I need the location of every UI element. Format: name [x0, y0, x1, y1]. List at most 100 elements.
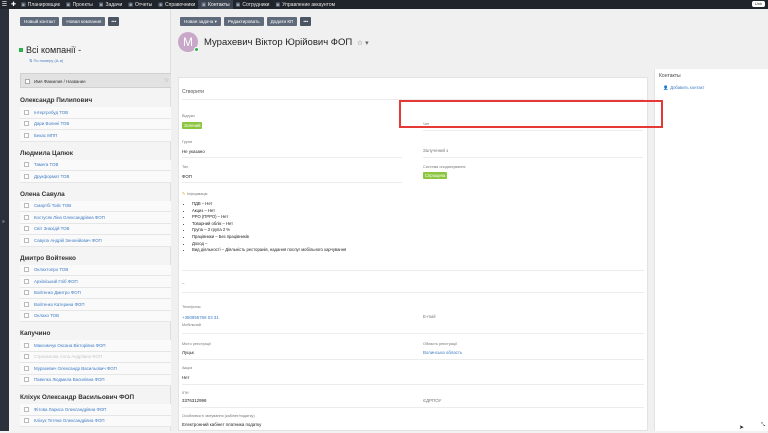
company-link[interactable]: Світ Знахідй ТОВ [34, 226, 69, 231]
edit-button[interactable]: Редактировать [224, 17, 264, 26]
company-link[interactable]: Інтергробуд ТОВ [34, 110, 68, 115]
expand-arrow-icon[interactable]: » [2, 219, 5, 225]
list-item[interactable]: Савула Андрій Зенонійович ФОП [20, 235, 174, 247]
region-link[interactable]: Волинська область [423, 350, 462, 355]
more-options-button[interactable]: ••• [108, 17, 119, 26]
new-company-button[interactable]: Новая компания [62, 17, 105, 26]
nav-item-7[interactable]: ▣Управление аккаунтом [272, 0, 338, 9]
user-menu[interactable]: Unk [752, 1, 765, 7]
item-checkbox[interactable] [24, 215, 29, 220]
new-contact-button[interactable]: Новый контакт [20, 17, 59, 26]
sort-selector[interactable]: ⇅ По номеру (А-я) [29, 58, 63, 63]
company-link[interactable]: Войтенко Катерина ФОП [34, 302, 84, 307]
company-link[interactable]: Бекас МПП [34, 133, 57, 138]
status-badge[interactable]: Зелений [182, 122, 202, 129]
item-checkbox[interactable] [24, 238, 29, 243]
item-checkbox[interactable] [24, 267, 29, 272]
item-checkbox[interactable] [24, 110, 29, 115]
item-checkbox[interactable] [24, 226, 29, 231]
email-label: E-mail [423, 314, 435, 319]
menu-icon[interactable]: ☰ [0, 1, 9, 8]
list-item[interactable]: Кліхук Тетяна Олександрівна ФОП [20, 416, 174, 428]
list-item[interactable]: Мурахевич Олександр Васильович ФОП [20, 363, 174, 375]
company-link[interactable]: Войтенко Дмитро ФОП [34, 290, 81, 295]
company-link[interactable]: Тамега ТОВ [34, 162, 58, 167]
group-header[interactable]: Людмила Цапюк [20, 148, 174, 160]
item-checkbox[interactable] [24, 133, 29, 138]
item-checkbox[interactable] [24, 162, 29, 167]
group-header[interactable]: Кліхук Олександр Васильович ФОП [20, 392, 174, 404]
company-link[interactable]: Мурахевич Олександр Васильович ФОП [34, 366, 117, 371]
phone-link[interactable]: +380955768 03 31 [182, 315, 219, 320]
group-header[interactable]: Капучино [20, 328, 174, 340]
name-column-header[interactable]: Имя Фамилия / Название [34, 79, 86, 84]
list-item[interactable]: Смартбі Тойс ТОВ [20, 201, 174, 213]
item-checkbox[interactable] [24, 354, 29, 359]
company-link[interactable]: Павелко Людмила Василівна ФОП [34, 377, 105, 382]
item-checkbox[interactable] [24, 407, 29, 412]
item-checkbox[interactable] [24, 366, 29, 371]
list-item[interactable]: Дари Волині ТОВ [20, 119, 174, 131]
list-item[interactable]: Друкформат ТОВ [20, 171, 174, 183]
nav-item-0[interactable]: ▣Планировщик [18, 0, 63, 9]
list-item[interactable]: Оклахтопро ТОВ [20, 265, 174, 277]
favorite-dropdown-icon[interactable]: ☆ ▾ [357, 40, 369, 47]
list-item[interactable]: Тамега ТОВ [20, 160, 174, 172]
item-checkbox[interactable] [24, 121, 29, 126]
list-item[interactable]: Максимчук Оксана Вікторівна ФОП [20, 340, 174, 352]
company-link[interactable]: Друкформат ТОВ [34, 174, 69, 179]
item-checkbox[interactable] [24, 279, 29, 284]
nav-item-2[interactable]: ▣Задачи [96, 0, 126, 9]
select-all-checkbox[interactable] [25, 79, 30, 84]
item-checkbox[interactable] [24, 174, 29, 179]
group-header[interactable]: Олександр Пилипович [20, 95, 174, 107]
list-item[interactable]: Бекас МПП [20, 130, 174, 142]
company-link[interactable]: Стрекалова Алла Андріївна ФОП [34, 354, 102, 359]
nav-item-5[interactable]: ▣Контакты [198, 0, 232, 9]
company-link[interactable]: Савула Андрій Зенонійович ФОП [34, 238, 102, 243]
list-item[interactable]: Павелко Людмила Василівна ФОП [20, 375, 174, 387]
add-fop-button[interactable]: Додати КП [267, 17, 298, 26]
list-item[interactable]: Войтенко Катерина ФОП [20, 299, 174, 311]
nav-item-6[interactable]: ▣Сотрудники [233, 0, 273, 9]
linked-from-label[interactable]: Залучений з [423, 148, 448, 153]
list-item[interactable]: Оклахо ТОВ [20, 311, 174, 323]
list-item[interactable]: Фітова Лариса Олександрівна ФОП [20, 404, 174, 416]
list-item[interactable]: Костусяк Ліна Олександрівна ФОП [20, 212, 174, 224]
new-task-button[interactable]: Новая задача ▾ [180, 17, 221, 26]
item-checkbox[interactable] [24, 302, 29, 307]
item-checkbox[interactable] [24, 313, 29, 318]
list-item[interactable]: Стрекалова Алла Андріївна ФОП [20, 352, 174, 364]
more-actions-button[interactable]: ••• [300, 17, 311, 26]
list-item[interactable]: Войтенко Дмитро ФОП [20, 288, 174, 300]
company-link[interactable]: Оклахо ТОВ [34, 313, 59, 318]
company-link[interactable]: Архівіський Гліб ФОП [34, 279, 78, 284]
company-link[interactable]: Кліхук Тетяна Олександрівна ФОП [34, 418, 105, 423]
company-link[interactable]: Максимчук Оксана Вікторівна ФОП [34, 343, 106, 348]
company-link[interactable]: Костусяк Ліна Олександрівна ФОП [34, 215, 105, 220]
item-checkbox[interactable] [24, 418, 29, 423]
add-contact-link[interactable]: 👤Добавить контакт [663, 85, 704, 91]
item-checkbox[interactable] [24, 377, 29, 382]
group-header[interactable]: Олена Савула [20, 189, 174, 201]
nav-item-3[interactable]: ▣Отчеты [125, 0, 155, 9]
nav-item-1[interactable]: ▣Проекты [63, 0, 96, 9]
star-icon[interactable]: ☆ [164, 77, 169, 84]
list-filter-title[interactable]: Всі компанії - [19, 45, 81, 55]
company-link[interactable]: Фітова Лариса Олександрівна ФОП [34, 407, 106, 412]
company-link[interactable]: Дари Волині ТОВ [34, 121, 69, 126]
add-icon[interactable]: ✚ [9, 1, 18, 8]
tax-system-badge[interactable]: Спрощена [423, 172, 447, 179]
item-checkbox[interactable] [24, 343, 29, 348]
item-checkbox[interactable] [24, 203, 29, 208]
group-header[interactable]: Дмитро Войтенко [20, 253, 174, 265]
nav-item-label: Справочники [165, 2, 195, 8]
company-link[interactable]: Смартбі Тойс ТОВ [34, 203, 71, 208]
company-link[interactable]: Оклахтопро ТОВ [34, 267, 68, 272]
chat-field[interactable] [423, 130, 643, 131]
list-item[interactable]: Архівіський Гліб ФОП [20, 276, 174, 288]
list-item[interactable]: Світ Знахідй ТОВ [20, 224, 174, 236]
item-checkbox[interactable] [24, 290, 29, 295]
list-item[interactable]: Інтергробуд ТОВ [20, 107, 174, 119]
nav-item-4[interactable]: ▣Справочники [155, 0, 198, 9]
